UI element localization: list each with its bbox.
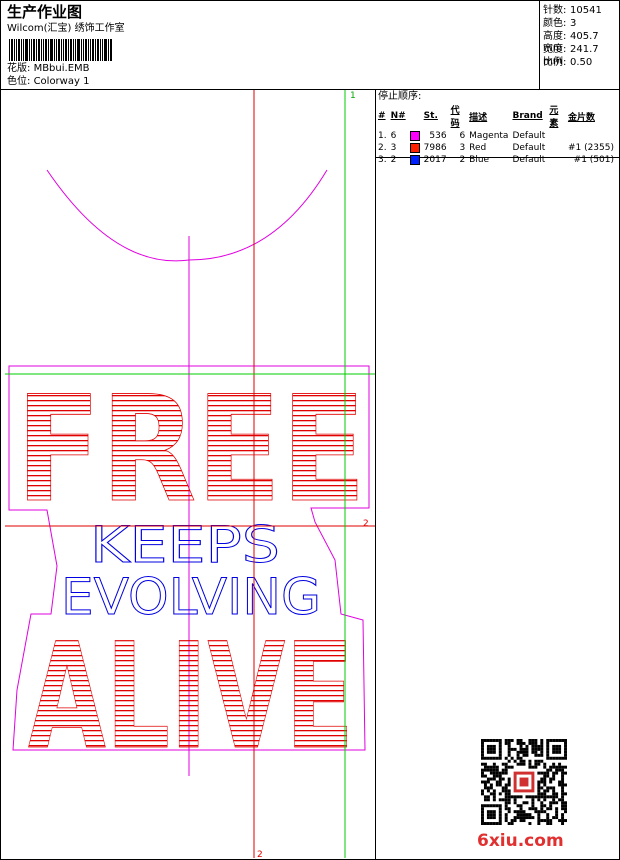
stat-scale: 比例: 0.50 <box>543 57 593 68</box>
neckline-arc <box>46 169 328 262</box>
row-brand: Default <box>512 143 546 153</box>
row-sequin: #1 (2355) <box>567 143 614 153</box>
col-swatch <box>408 102 422 130</box>
color-swatch <box>409 154 420 165</box>
design-file-row: 花版: MBbui.EMB <box>7 63 90 75</box>
stats-divider <box>539 1 540 89</box>
watermark-logo: 6xiu.com <box>477 831 564 851</box>
colorway-label: 色位: <box>7 76 31 87</box>
free-text: FREE <box>16 365 366 535</box>
row-swatch <box>408 142 422 154</box>
row-brand: Default <box>512 155 546 165</box>
stat-colors: 颜色: 3 <box>543 18 577 29</box>
design-value: MBbui.EMB <box>33 63 90 74</box>
row-sequin: #1 (501) <box>573 155 614 165</box>
row-needle: 2 <box>390 155 397 165</box>
evolving-text: EVOLVING <box>61 568 321 626</box>
company-name: Wilcom(汇宝) 绣饰工作室 <box>7 23 125 34</box>
guide-mark-1: 1 <box>350 91 356 101</box>
row-sequin <box>566 130 616 142</box>
col-brand: Brand <box>512 111 543 121</box>
row-needle: 6 <box>390 131 397 141</box>
barcode-icon <box>9 39 112 61</box>
row-element <box>547 130 566 142</box>
row-code: 3 <box>459 143 466 153</box>
embroidery-preview: FREE ALIVE FREE ALIVE KEEPS EVOLVING 1 2… <box>5 90 375 858</box>
row-index: 1. <box>378 131 387 141</box>
thread-table: # N# St. 代码 描述 Brand 元素 金片数 1. 6 536 6 M… <box>376 102 616 166</box>
guide-mark-3: 2 <box>257 850 263 858</box>
row-code: 2 <box>459 155 466 165</box>
table-header-row: # N# St. 代码 描述 Brand 元素 金片数 <box>376 102 616 130</box>
row-needle: 3 <box>390 143 397 153</box>
keeps-text: KEEPS <box>90 516 280 574</box>
row-stitches: 536 <box>429 131 447 141</box>
col-sequin: 金片数 <box>567 112 595 123</box>
preview-divider <box>375 89 376 859</box>
row-brand: Default <box>512 131 546 141</box>
row-description: Blue <box>469 155 490 165</box>
row-stitches: 2017 <box>423 155 447 165</box>
table-row: 3. 2 2017 2 Blue Default #1 (501) <box>376 154 616 166</box>
col-description: 描述 <box>469 112 488 123</box>
alive-text: ALIVE <box>28 612 354 782</box>
row-code: 6 <box>459 131 466 141</box>
stat-stitches: 针数: 10541 <box>543 5 602 16</box>
color-swatch <box>409 130 420 141</box>
guide-mark-2: 2 <box>363 519 369 529</box>
sheet-title: 生产作业图 <box>7 3 83 21</box>
colorway-value: Colorway 1 <box>33 76 90 87</box>
col-element: 元素 <box>549 106 559 129</box>
color-swatch <box>409 142 420 153</box>
row-swatch <box>408 154 422 166</box>
production-sheet: 生产作业图 Wilcom(汇宝) 绣饰工作室 花版: MBbui.EMB 色位:… <box>0 0 620 860</box>
row-index: 3. <box>378 155 387 165</box>
qr-code-icon <box>481 739 567 825</box>
row-element <box>547 142 566 154</box>
col-needle: N# <box>390 111 406 121</box>
table-row: 1. 6 536 6 Magenta Default <box>376 130 616 142</box>
row-stitches: 7986 <box>423 143 447 153</box>
table-row: 2. 3 7986 3 Red Default #1 (2355) <box>376 142 616 154</box>
row-description: Red <box>469 143 487 153</box>
row-description: Magenta <box>469 131 509 141</box>
row-swatch <box>408 130 422 142</box>
colorway-row: 色位: Colorway 1 <box>7 76 89 88</box>
design-label: 花版: <box>7 63 31 74</box>
col-code: 代码 <box>450 106 460 129</box>
col-stitches: St. <box>423 111 438 121</box>
col-index: # <box>378 111 386 121</box>
row-element <box>547 154 566 166</box>
row-index: 2. <box>378 143 387 153</box>
